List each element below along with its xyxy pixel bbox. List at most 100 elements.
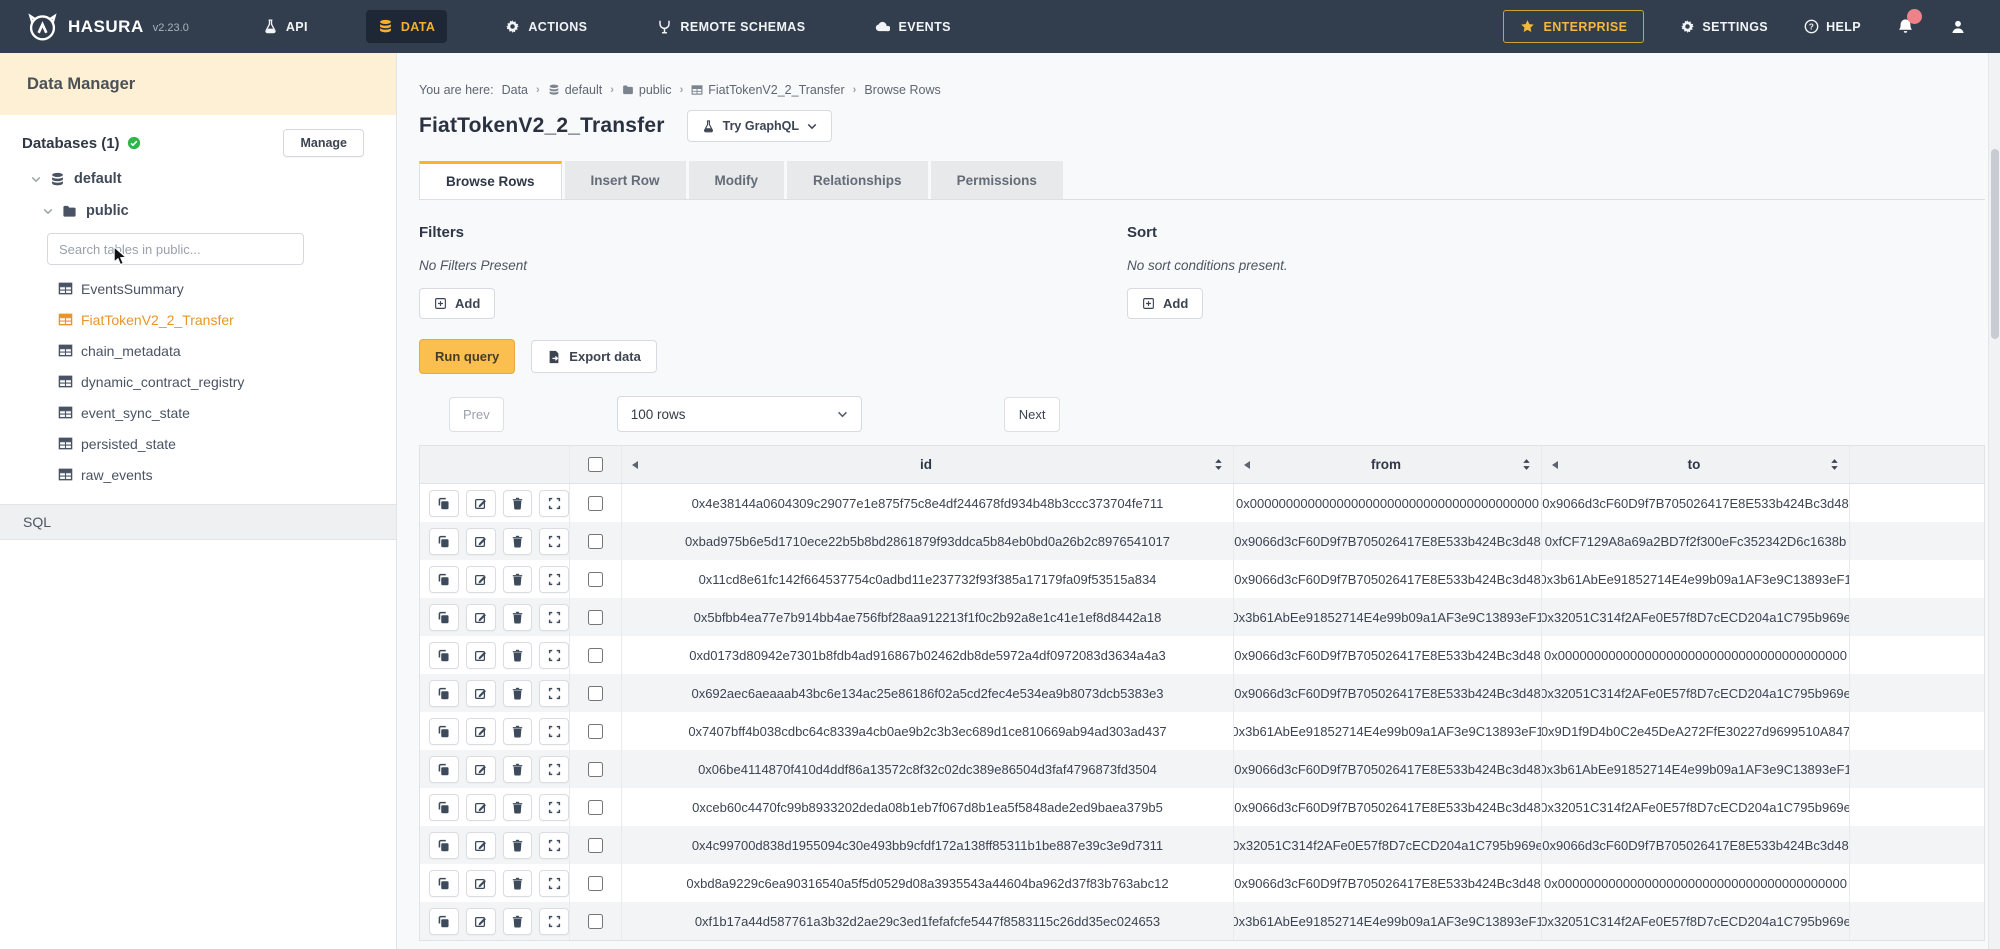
chevron-down-icon[interactable]: [43, 208, 53, 215]
expand-row-button[interactable]: [539, 870, 569, 897]
delete-row-button[interactable]: [503, 718, 533, 745]
breadcrumb-public[interactable]: public: [622, 83, 672, 97]
sidebar-item-table[interactable]: persisted_state: [58, 428, 396, 459]
delete-row-button[interactable]: [503, 870, 533, 897]
edit-row-button[interactable]: [466, 756, 496, 783]
clone-row-button[interactable]: [429, 604, 459, 631]
expand-row-button[interactable]: [539, 566, 569, 593]
chevron-down-icon[interactable]: [31, 176, 41, 183]
clone-row-button[interactable]: [429, 566, 459, 593]
vertical-scrollbar[interactable]: [1988, 53, 2000, 949]
clone-row-button[interactable]: [429, 908, 459, 935]
delete-row-button[interactable]: [503, 832, 533, 859]
nav-item-api[interactable]: API: [251, 10, 320, 43]
column-header-to[interactable]: to: [1542, 446, 1850, 483]
clone-row-button[interactable]: [429, 756, 459, 783]
delete-row-button[interactable]: [503, 642, 533, 669]
sort-column-icon[interactable]: [1830, 458, 1839, 471]
edit-row-button[interactable]: [466, 832, 496, 859]
add-sort-button[interactable]: Add: [1127, 288, 1203, 319]
rows-per-page-select[interactable]: 100 rows: [617, 396, 862, 432]
breadcrumb-data[interactable]: Data: [502, 83, 528, 97]
tab-browse-rows[interactable]: Browse Rows: [419, 161, 562, 199]
expand-row-button[interactable]: [539, 528, 569, 555]
tab-modify[interactable]: Modify: [689, 161, 785, 199]
edit-row-button[interactable]: [466, 908, 496, 935]
nav-item-actions[interactable]: ACTIONS: [493, 10, 599, 43]
row-checkbox[interactable]: [588, 876, 603, 891]
nav-item-data[interactable]: DATA: [366, 10, 447, 43]
sidebar-schema-public[interactable]: public: [0, 195, 396, 227]
notifications-button[interactable]: [1897, 18, 1914, 35]
delete-row-button[interactable]: [503, 566, 533, 593]
expand-row-button[interactable]: [539, 490, 569, 517]
row-checkbox[interactable]: [588, 724, 603, 739]
row-checkbox[interactable]: [588, 838, 603, 853]
user-menu-button[interactable]: [1950, 19, 1966, 35]
edit-row-button[interactable]: [466, 642, 496, 669]
settings-link[interactable]: SETTINGS: [1680, 19, 1768, 34]
delete-row-button[interactable]: [503, 490, 533, 517]
sidebar-item-table[interactable]: chain_metadata: [58, 335, 396, 366]
sidebar-item-table[interactable]: raw_events: [58, 459, 396, 490]
sidebar-item-table[interactable]: FiatTokenV2_2_Transfer: [58, 304, 396, 335]
sidebar-database-default[interactable]: default: [0, 163, 396, 195]
run-query-button[interactable]: Run query: [419, 339, 515, 374]
expand-row-button[interactable]: [539, 642, 569, 669]
sidebar-item-table[interactable]: event_sync_state: [58, 397, 396, 428]
try-graphql-button[interactable]: Try GraphQL: [687, 110, 832, 142]
delete-row-button[interactable]: [503, 908, 533, 935]
edit-row-button[interactable]: [466, 528, 496, 555]
edit-row-button[interactable]: [466, 870, 496, 897]
row-checkbox[interactable]: [588, 686, 603, 701]
breadcrumb-default[interactable]: default: [548, 83, 603, 97]
select-all-checkbox[interactable]: [588, 457, 603, 472]
sort-column-icon[interactable]: [1214, 458, 1223, 471]
expand-row-button[interactable]: [539, 832, 569, 859]
row-checkbox[interactable]: [588, 610, 603, 625]
sidebar-sql-section[interactable]: SQL: [0, 504, 396, 540]
edit-row-button[interactable]: [466, 604, 496, 631]
row-checkbox[interactable]: [588, 762, 603, 777]
expand-row-button[interactable]: [539, 604, 569, 631]
row-checkbox[interactable]: [588, 572, 603, 587]
clone-row-button[interactable]: [429, 680, 459, 707]
edit-row-button[interactable]: [466, 680, 496, 707]
sort-column-icon[interactable]: [1522, 458, 1531, 471]
clone-row-button[interactable]: [429, 870, 459, 897]
expand-row-button[interactable]: [539, 908, 569, 935]
row-checkbox[interactable]: [588, 800, 603, 815]
row-checkbox[interactable]: [588, 914, 603, 929]
row-checkbox[interactable]: [588, 648, 603, 663]
expand-row-button[interactable]: [539, 680, 569, 707]
nav-item-remote-schemas[interactable]: REMOTE SCHEMAS: [645, 10, 817, 43]
add-filter-button[interactable]: Add: [419, 288, 495, 319]
column-header-from[interactable]: from: [1234, 446, 1542, 483]
column-header-id[interactable]: id: [622, 446, 1234, 483]
clone-row-button[interactable]: [429, 794, 459, 821]
clone-row-button[interactable]: [429, 642, 459, 669]
export-data-button[interactable]: Export data: [531, 340, 657, 373]
sidebar-item-table[interactable]: EventsSummary: [58, 273, 396, 304]
edit-row-button[interactable]: [466, 490, 496, 517]
help-link[interactable]: ? HELP: [1804, 19, 1861, 34]
tab-permissions[interactable]: Permissions: [931, 161, 1063, 199]
prev-page-button[interactable]: Prev: [449, 397, 504, 432]
manage-button[interactable]: Manage: [283, 129, 364, 157]
edit-row-button[interactable]: [466, 794, 496, 821]
expand-row-button[interactable]: [539, 756, 569, 783]
delete-row-button[interactable]: [503, 794, 533, 821]
enterprise-button[interactable]: ENTERPRISE: [1503, 10, 1644, 43]
row-checkbox[interactable]: [588, 496, 603, 511]
delete-row-button[interactable]: [503, 756, 533, 783]
tab-relationships[interactable]: Relationships: [787, 161, 928, 199]
search-tables-input[interactable]: [47, 233, 304, 265]
clone-row-button[interactable]: [429, 528, 459, 555]
next-page-button[interactable]: Next: [1004, 397, 1061, 432]
sidebar-item-table[interactable]: dynamic_contract_registry: [58, 366, 396, 397]
clone-row-button[interactable]: [429, 490, 459, 517]
tab-insert-row[interactable]: Insert Row: [565, 161, 686, 199]
delete-row-button[interactable]: [503, 680, 533, 707]
delete-row-button[interactable]: [503, 528, 533, 555]
breadcrumb-table[interactable]: FiatTokenV2_2_Transfer: [691, 83, 844, 97]
